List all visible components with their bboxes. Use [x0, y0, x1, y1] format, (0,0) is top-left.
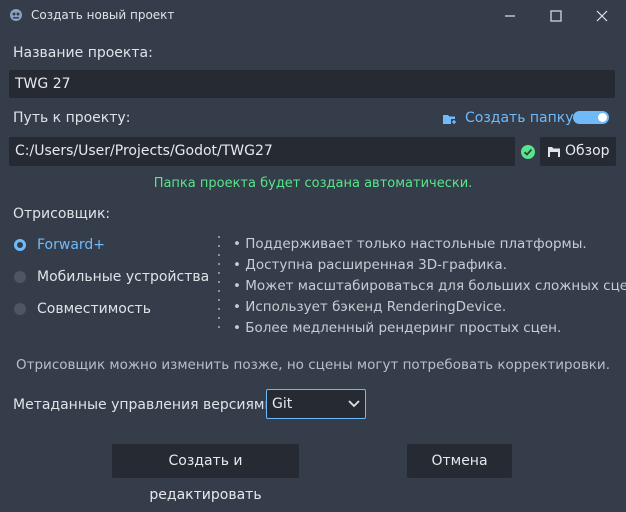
renderer-option-forward[interactable]: Forward+ [37, 237, 105, 253]
maximize-button[interactable] [533, 0, 579, 32]
folder-icon [548, 147, 560, 157]
renderer-option-compat[interactable]: Совместимость [37, 301, 151, 317]
create-folder-icon [443, 115, 457, 125]
minimize-button[interactable] [487, 0, 533, 32]
renderer-forward-radio[interactable] [14, 239, 26, 251]
check-icon [521, 145, 535, 159]
window-title: Создать новый проект [31, 8, 175, 22]
renderer-note: Отрисовщик можно изменить позже, но сцен… [15, 357, 610, 373]
chevron-down-icon [348, 400, 360, 408]
browse-label: Обзор [565, 143, 610, 159]
cancel-button[interactable]: Отмена [407, 444, 512, 478]
create-and-edit-button[interactable]: Создать и редактировать [112, 444, 299, 503]
renderer-compat-radio[interactable] [14, 303, 26, 315]
renderer-label: Отрисовщик: [13, 206, 111, 222]
maximize-icon [550, 10, 562, 22]
create-project-dialog: Создать новый проект Название проекта: T… [0, 0, 626, 503]
godot-icon [10, 9, 22, 21]
create-folder-label[interactable]: Создать папку [465, 110, 574, 126]
project-path-label: Путь к проекту: [13, 110, 131, 126]
path-status-message: Папка проекта будет создана автоматическ… [153, 176, 473, 191]
project-path-value: C:/Users/User/Projects/Godot/TWG27 [15, 143, 273, 159]
project-name-input[interactable]: TWG 27 [9, 70, 615, 98]
renderer-feature: • Может масштабироваться для больших сло… [233, 278, 626, 294]
project-name-value: TWG 27 [15, 76, 71, 92]
renderer-feature: • Более медленный рендеринг простых сцен… [233, 320, 562, 336]
toggle-knob [598, 113, 607, 122]
renderer-feature: • Поддерживает только настольные платфор… [233, 236, 587, 252]
create-and-edit-label: Создать и редактировать [149, 453, 262, 503]
vcs-select[interactable]: Git [266, 389, 366, 419]
renderer-feature: • Доступна расширенная 3D-графика. [233, 257, 507, 273]
project-path-input[interactable]: C:/Users/User/Projects/Godot/TWG27 [9, 137, 515, 166]
renderer-mobile-radio[interactable] [14, 271, 26, 283]
close-icon [596, 10, 608, 22]
renderer-option-mobile[interactable]: Мобильные устройства [37, 269, 209, 285]
title-bar: Создать новый проект [0, 0, 626, 32]
browse-button[interactable]: Обзор [540, 137, 616, 166]
renderer-feature: • Использует бэкенд RenderingDevice. [233, 299, 507, 315]
close-button[interactable] [579, 0, 625, 32]
vcs-value: Git [272, 396, 293, 412]
project-name-label: Название проекта: [13, 45, 153, 61]
cancel-label: Отмена [431, 453, 488, 469]
vcs-label: Метаданные управления версиями [13, 397, 274, 413]
create-folder-toggle[interactable] [573, 111, 609, 124]
minimize-icon [505, 15, 515, 17]
